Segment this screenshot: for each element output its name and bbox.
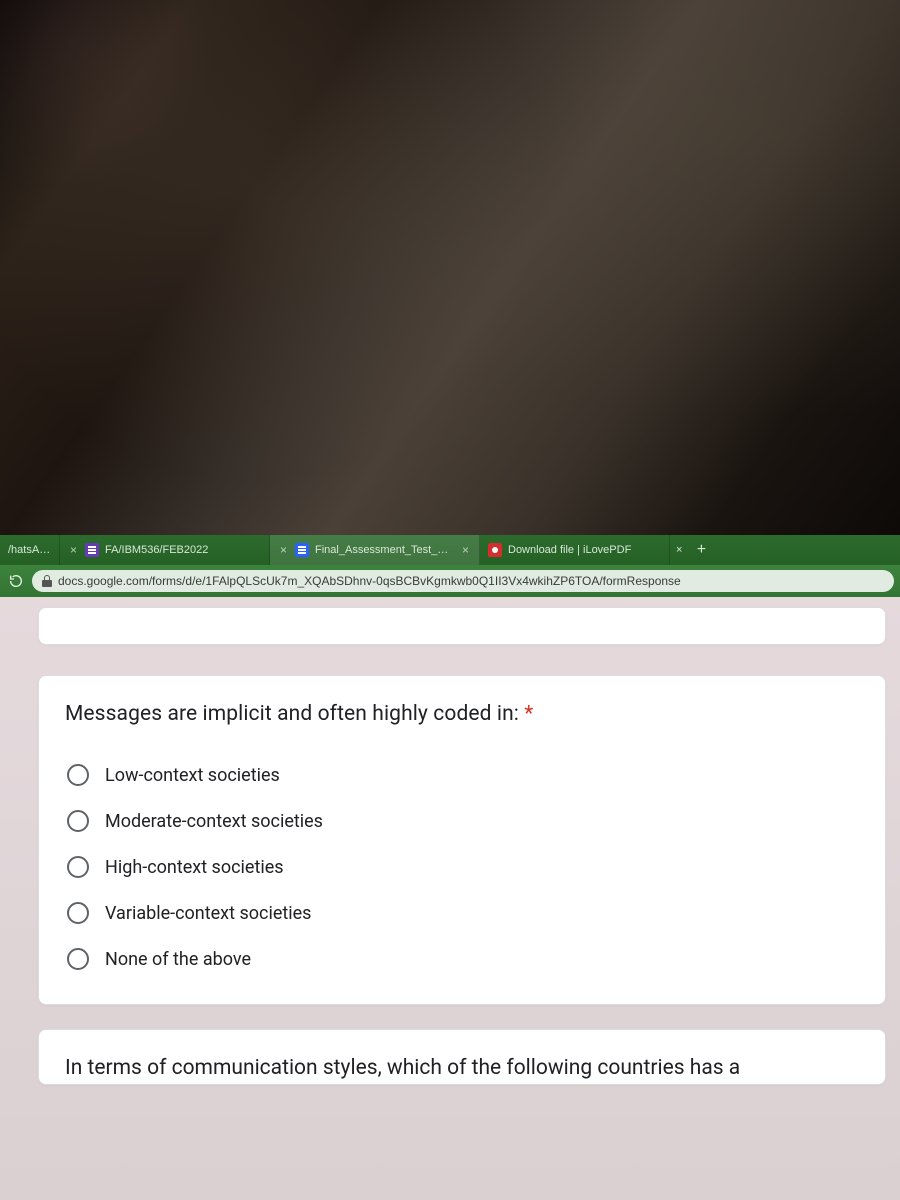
option-label: Low-context societies [105,765,280,786]
url-text: docs.google.com/forms/d/e/1FAlpQLScUk7m_… [58,574,681,588]
radio-icon [67,810,89,832]
browser-tab-strip: /hatsApp × FA/IBM536/FEB2022 × Final_Ass… [0,535,900,565]
tab-label: Download file | iLovePDF [508,544,661,556]
option-low-context[interactable]: Low-context societies [65,752,859,798]
question-card-2: In terms of communication styles, which … [38,1029,886,1085]
option-variable-context[interactable]: Variable-context societies [65,890,859,936]
close-icon[interactable]: × [460,543,471,557]
question-text: In terms of communication styles, which … [65,1056,859,1080]
option-none-above[interactable]: None of the above [65,936,859,982]
question-card-1: Messages are implicit and often highly c… [38,675,886,1005]
radio-icon [67,902,89,924]
option-label: High-context societies [105,857,284,878]
tab-label: Final_Assessment_Test_Declaratio [315,544,454,556]
tab-label: /hatsApp [8,544,51,556]
option-label: Moderate-context societies [105,811,323,832]
lock-icon [42,575,52,587]
reload-button[interactable] [6,571,26,591]
tab-final-assessment[interactable]: × Final_Assessment_Test_Declaratio × [270,535,480,565]
close-icon[interactable]: × [278,543,289,557]
tab-ilovepdf[interactable]: Download file | iLovePDF [480,535,670,565]
reload-icon [8,573,24,589]
required-indicator: * [524,702,533,726]
radio-icon [67,856,89,878]
close-icon[interactable]: × [68,543,79,557]
option-moderate-context[interactable]: Moderate-context societies [65,798,859,844]
question-text: Messages are implicit and often highly c… [65,702,859,726]
tab-label: FA/IBM536/FEB2022 [105,544,261,556]
plus-icon: + [697,541,706,559]
form-background: Messages are implicit and often highly c… [0,597,900,1200]
tab-fa-ibm536[interactable]: × FA/IBM536/FEB2022 [60,535,270,565]
tab-whatsapp[interactable]: /hatsApp [0,535,60,565]
new-tab-button[interactable]: + [688,535,714,565]
radio-icon [67,948,89,970]
option-label: None of the above [105,949,251,970]
previous-card-fragment [38,607,886,645]
background-photo [0,0,900,535]
radio-icon [67,764,89,786]
close-icon[interactable]: × [670,544,688,556]
browser-address-bar: docs.google.com/forms/d/e/1FAlpQLScUk7m_… [0,565,900,597]
globe-icon [295,543,309,557]
option-high-context[interactable]: High-context societies [65,844,859,890]
option-label: Variable-context societies [105,903,311,924]
url-field[interactable]: docs.google.com/forms/d/e/1FAlpQLScUk7m_… [32,570,894,592]
heart-icon [488,543,502,557]
form-icon [85,543,99,557]
